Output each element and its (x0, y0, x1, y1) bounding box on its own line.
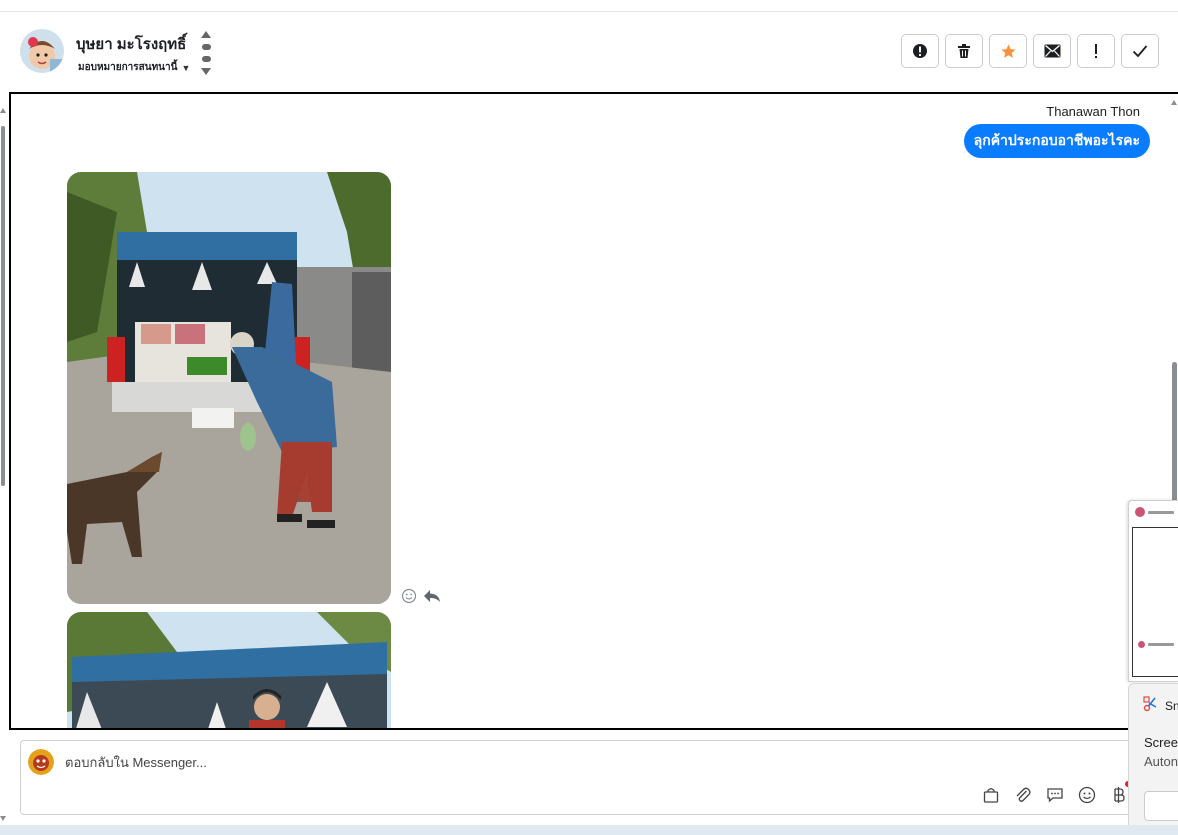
screenshot-preview-thumbnail[interactable] (1128, 500, 1178, 682)
page-avatar (28, 749, 54, 775)
scroll-up-arrow-icon[interactable] (1171, 100, 1177, 105)
message-thread[interactable]: Thanawan Thon ลุกค้าประกอบอาชีพอะไรคะ (9, 92, 1178, 730)
sender-name: Thanawan Thon (1046, 104, 1140, 119)
check-icon (1132, 44, 1148, 58)
header-actions (901, 34, 1159, 68)
messenger-inbox: บุษยา มะโรงฤทธิ์ มอบหมายการสนทนานี้ ▼ Th… (0, 0, 1178, 835)
star-icon (1000, 43, 1017, 60)
next-arrow-icon[interactable] (201, 68, 211, 75)
reply-icon[interactable] (423, 588, 441, 609)
delete-button[interactable] (945, 34, 983, 68)
done-button[interactable] (1121, 34, 1159, 68)
photo-attachment[interactable] (67, 172, 391, 604)
preview-line (1148, 510, 1174, 514)
preview-frame (1132, 527, 1178, 677)
conversation-header: บุษยา มะโรงฤทธิ์ มอบหมายการสนทนานี้ ▼ (0, 13, 1178, 91)
paperclip-icon[interactable] (1013, 785, 1033, 805)
preview-line-small (1148, 643, 1174, 646)
emoji-icon[interactable] (1077, 785, 1097, 805)
scissors-icon (1143, 696, 1159, 715)
message-reactions (401, 588, 441, 609)
bottom-bar (0, 825, 1178, 835)
stepper-divider-2 (201, 56, 211, 62)
top-strip (0, 0, 1178, 12)
preview-footer (1138, 641, 1174, 648)
toast-app-row: Sn (1143, 696, 1178, 715)
outgoing-message-bubble[interactable]: ลุกค้าประกอบอาชีพอะไรคะ (963, 124, 1150, 158)
baht-icon[interactable] (1109, 781, 1131, 805)
star-button[interactable] (989, 34, 1027, 68)
toast-title: Scree (1144, 735, 1178, 750)
trash-icon (956, 43, 972, 59)
snipping-tool-notification[interactable]: Sn Scree Auton (1128, 683, 1178, 835)
left-scrollbar[interactable] (0, 108, 6, 488)
reply-composer (20, 740, 1150, 815)
scroll-thumb[interactable] (1, 126, 5, 486)
scroll-down-arrow-icon[interactable] (0, 816, 6, 821)
preview-avatar (1135, 507, 1145, 517)
preview-header (1135, 507, 1174, 517)
scroll-up-arrow-icon[interactable] (0, 108, 6, 113)
spam-button[interactable] (1077, 34, 1115, 68)
exclamation-icon (1093, 43, 1099, 59)
mark-unread-button[interactable] (1033, 34, 1071, 68)
emoji-icon[interactable] (401, 588, 417, 609)
toast-action-button[interactable] (1144, 791, 1178, 821)
toast-app-name: Sn (1165, 698, 1178, 713)
contact-avatar[interactable] (20, 29, 64, 73)
assign-conversation-dropdown[interactable]: มอบหมายการสนทนานี้ ▼ (78, 60, 190, 75)
toast-subtitle: Auton (1144, 754, 1178, 769)
stepper-divider (201, 44, 211, 50)
conversation-stepper[interactable] (199, 31, 213, 75)
envelope-icon (1044, 44, 1061, 58)
preview-avatar-small (1138, 641, 1145, 648)
composer-toolbar (981, 781, 1131, 805)
previous-arrow-icon[interactable] (201, 31, 211, 38)
reply-input[interactable] (65, 755, 765, 770)
contact-name[interactable]: บุษยา มะโรงฤทธิ์ (76, 32, 186, 56)
photo-attachment-2[interactable] (67, 612, 391, 728)
assign-label: มอบหมายการสนทนานี้ (78, 62, 178, 73)
chevron-down-icon: ▼ (181, 62, 191, 73)
report-button[interactable] (901, 34, 939, 68)
chat-bubble-icon[interactable] (1045, 785, 1065, 805)
bag-icon[interactable] (981, 785, 1001, 805)
scroll-thumb[interactable] (1172, 362, 1177, 502)
alert-circle-icon (912, 43, 928, 59)
